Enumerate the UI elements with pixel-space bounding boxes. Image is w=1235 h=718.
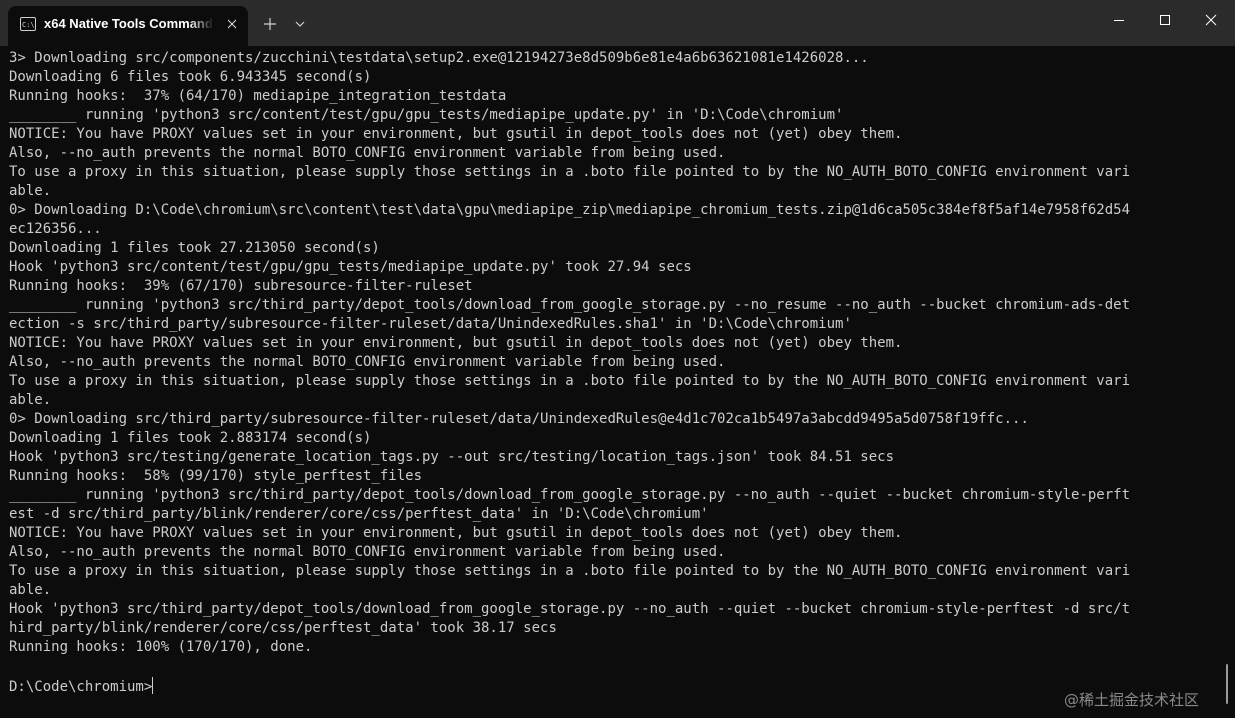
command-prompt[interactable]: D:\Code\chromium> xyxy=(9,677,154,697)
terminal-line: NOTICE: You have PROXY values set in you… xyxy=(9,335,903,351)
tab-close-icon[interactable] xyxy=(224,16,240,32)
terminal-line: NOTICE: You have PROXY values set in you… xyxy=(9,126,903,142)
terminal-line: Running hooks: 100% (170/170), done. xyxy=(9,639,313,655)
terminal-line: ________ running 'python3 src/content/te… xyxy=(9,107,844,123)
terminal-output[interactable]: 3> Downloading src/components/zucchini\t… xyxy=(9,49,1209,657)
scrollbar-thumb[interactable] xyxy=(1226,664,1228,704)
minimize-icon[interactable] xyxy=(1096,0,1142,40)
tab-title: x64 Native Tools Command Prompt xyxy=(44,16,214,31)
terminal-line: Running hooks: 37% (64/170) mediapipe_in… xyxy=(9,88,507,104)
terminal-line: 0> Downloading src/third_party/subresour… xyxy=(9,411,1029,427)
terminal-line: est -d src/third_party/blink/renderer/co… xyxy=(9,506,709,522)
watermark: @稀土掘金技术社区 xyxy=(1064,691,1200,709)
terminal-line: Downloading 1 files took 27.213050 secon… xyxy=(9,240,380,256)
svg-text:C:\: C:\ xyxy=(22,21,34,29)
terminal-line: To use a proxy in this situation, please… xyxy=(9,373,1131,389)
terminal-line: 3> Downloading src/components/zucchini\t… xyxy=(9,50,869,66)
terminal-line: To use a proxy in this situation, please… xyxy=(9,164,1131,180)
terminal-line: ________ running 'python3 src/third_part… xyxy=(9,487,1131,503)
terminal-line: ________ running 'python3 src/third_part… xyxy=(9,297,1131,313)
terminal-line: ec126356... xyxy=(9,221,102,237)
terminal-line: able. xyxy=(9,183,52,199)
close-icon[interactable] xyxy=(1188,0,1234,40)
terminal-line: NOTICE: You have PROXY values set in you… xyxy=(9,525,903,541)
terminal-line: able. xyxy=(9,392,52,408)
tab-command-prompt[interactable]: C:\ x64 Native Tools Command Prompt xyxy=(8,6,248,46)
terminal-line: Also, --no_auth prevents the normal BOTO… xyxy=(9,544,726,560)
terminal-line: Also, --no_auth prevents the normal BOTO… xyxy=(9,354,726,370)
terminal-line: Downloading 1 files took 2.883174 second… xyxy=(9,430,372,446)
terminal-window: C:\ x64 Native Tools Command Prompt xyxy=(0,0,1235,718)
console-icon: C:\ xyxy=(20,17,36,31)
text-cursor xyxy=(152,677,154,694)
terminal-line: Hook 'python3 src/content/test/gpu/gpu_t… xyxy=(9,259,692,275)
plus-icon[interactable] xyxy=(260,14,280,34)
terminal-line: Hook 'python3 src/testing/generate_locat… xyxy=(9,449,895,465)
terminal-line: able. xyxy=(9,582,52,598)
terminal-line: Also, --no_auth prevents the normal BOTO… xyxy=(9,145,726,161)
chevron-down-icon[interactable] xyxy=(290,14,310,34)
title-bar[interactable]: C:\ x64 Native Tools Command Prompt xyxy=(0,0,1235,46)
terminal-line: Running hooks: 58% (99/170) style_perfte… xyxy=(9,468,423,484)
terminal-line: ection -s src/third_party/subresource-fi… xyxy=(9,316,852,332)
terminal-line: hird_party/blink/renderer/core/css/perft… xyxy=(9,620,557,636)
prompt-text: D:\Code\chromium> xyxy=(9,679,153,695)
terminal-line: Hook 'python3 src/third_party/depot_tool… xyxy=(9,601,1131,617)
terminal-line: To use a proxy in this situation, please… xyxy=(9,563,1131,579)
maximize-icon[interactable] xyxy=(1142,0,1188,40)
terminal-line: Running hooks: 39% (67/170) subresource-… xyxy=(9,278,473,294)
terminal-line: 0> Downloading D:\Code\chromium\src\cont… xyxy=(9,202,1131,218)
terminal-line: Downloading 6 files took 6.943345 second… xyxy=(9,69,372,85)
